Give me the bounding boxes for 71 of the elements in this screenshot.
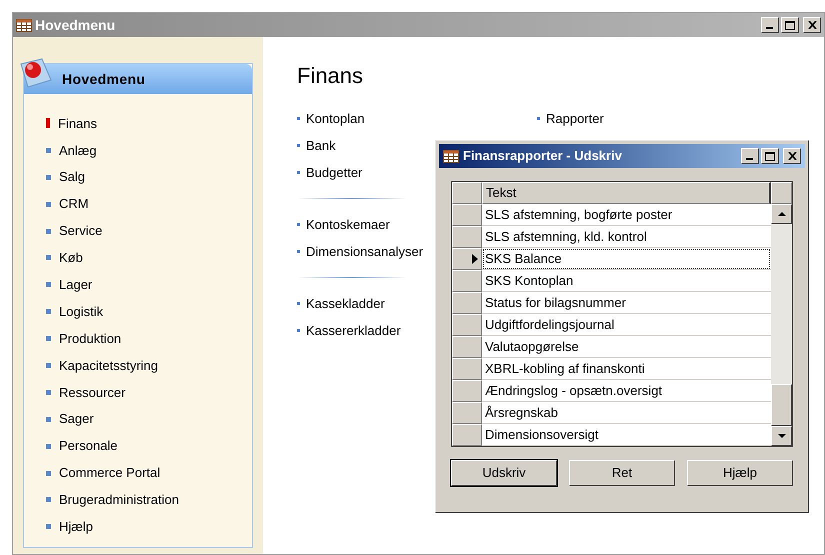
bullet-icon: [297, 144, 300, 147]
table-cell[interactable]: Dimensionsoversigt: [482, 424, 771, 446]
ball-logo-icon: [18, 58, 52, 88]
sidebar-item[interactable]: Køb: [59, 248, 83, 268]
sidebar-item[interactable]: Salg: [59, 167, 86, 187]
sidebar-item[interactable]: Service: [59, 221, 102, 241]
row-header[interactable]: [452, 248, 482, 270]
dialog-button[interactable]: Ret: [569, 460, 675, 486]
table-cell[interactable]: Årsregnskab: [482, 402, 771, 424]
dialog-button[interactable]: Udskriv: [451, 460, 557, 486]
sidebar-item[interactable]: Hjælp: [59, 517, 93, 537]
table-cell[interactable]: Ændringslog - opsætn.oversigt: [482, 380, 771, 402]
sidebar-item[interactable]: Produktion: [59, 328, 122, 348]
sidebar-item[interactable]: Anlæg: [59, 140, 97, 160]
scroll-down-button[interactable]: [771, 426, 792, 446]
sidebar-item[interactable]: Kapacitetsstyring: [59, 356, 158, 376]
menu-link[interactable]: Kontoskemaer: [306, 214, 390, 234]
close-button[interactable]: [803, 17, 821, 33]
sidebar-item[interactable]: CRM: [59, 194, 89, 214]
menu-link[interactable]: Bank: [306, 136, 336, 156]
minimize-button[interactable]: [741, 148, 759, 164]
minimize-button[interactable]: [761, 17, 779, 33]
row-pointer-icon: [472, 254, 478, 264]
sidebar-item[interactable]: Finans: [58, 114, 98, 134]
up-arrow-icon: [778, 212, 786, 216]
table-cell[interactable]: Status for bilagsnummer: [482, 292, 771, 314]
dialog-button[interactable]: Hjælp: [687, 460, 793, 486]
menu-link[interactable]: Dimensionsanalyser: [306, 242, 424, 262]
table-cell[interactable]: Udgiftfordelingsjournal: [482, 314, 771, 336]
dialog-title: Finansrapporter - Udskriv: [463, 147, 622, 166]
close-button[interactable]: [783, 148, 801, 164]
table-cell[interactable]: XBRL-kobling af finanskonti: [482, 358, 771, 380]
close-icon: [808, 21, 816, 29]
window-title: Hovedmenu: [35, 16, 116, 34]
section-heading: Finans: [297, 65, 364, 87]
sidebar-item[interactable]: Sager: [59, 409, 94, 429]
sidebar-item[interactable]: Lager: [59, 275, 92, 295]
column-header[interactable]: Tekst: [482, 182, 771, 204]
menu-link[interactable]: Kassekladder: [306, 294, 385, 314]
scroll-thumb[interactable]: [771, 384, 792, 426]
sidebar-item[interactable]: Personale: [59, 436, 118, 456]
bullet-icon: [297, 223, 300, 226]
bullet-icon: [297, 117, 300, 120]
sidebar-title: Hovedmenu: [62, 70, 146, 88]
maximize-icon: [765, 152, 775, 160]
sidebar-item[interactable]: Logistik: [59, 302, 104, 322]
table-icon: [443, 150, 459, 162]
scroll-up-button[interactable]: [771, 204, 792, 224]
bullet-icon: [297, 302, 300, 305]
sidebar-item[interactable]: Ressourcer: [59, 382, 126, 402]
table-cell[interactable]: SLS afstemning, bogførte poster: [482, 204, 771, 226]
menu-link[interactable]: Kontoplan: [306, 108, 365, 128]
table-icon: [16, 18, 32, 32]
close-icon: [788, 152, 796, 160]
table-cell[interactable]: SLS afstemning, kld. kontrol: [482, 226, 771, 248]
down-arrow-icon: [778, 434, 786, 438]
table-cell[interactable]: SKS Kontoplan: [482, 270, 771, 292]
maximize-button[interactable]: [781, 17, 799, 33]
sidebar-item[interactable]: Brugeradministration: [59, 490, 179, 510]
bullet-icon: [297, 171, 300, 174]
table-cell[interactable]: Valutaopgørelse: [482, 336, 771, 358]
maximize-icon: [785, 20, 795, 30]
menu-link[interactable]: Rapporter: [546, 108, 604, 128]
menu-link[interactable]: Kassererkladder: [306, 320, 401, 340]
bullet-icon: [297, 250, 300, 253]
bullet-icon: [537, 117, 540, 120]
menu-link[interactable]: Budgetter: [306, 162, 362, 182]
sidebar-item[interactable]: Commerce Portal: [59, 463, 160, 483]
bullet-icon: [297, 329, 300, 332]
table-cell[interactable]: SKS Balance: [482, 248, 771, 270]
maximize-button[interactable]: [761, 148, 779, 164]
